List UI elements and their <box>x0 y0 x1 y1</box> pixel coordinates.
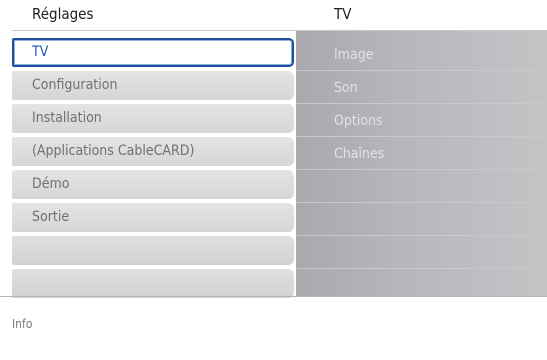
menu-item-cablecard-applications[interactable]: (Applications CableCARD) <box>12 137 294 166</box>
submenu-row-empty <box>296 170 547 203</box>
menu-header: Réglages TV <box>0 0 547 31</box>
submenu-row-empty <box>296 203 547 236</box>
menu-item-demo[interactable]: Démo <box>12 170 294 199</box>
menu-item-label: Démo <box>32 176 70 192</box>
menu-item-label: Installation <box>32 110 102 126</box>
menu-item-empty <box>12 236 294 265</box>
submenu-item-label: Chaînes <box>334 146 385 162</box>
settings-menu-title: Réglages <box>32 5 94 23</box>
submenu-title: TV <box>334 5 352 23</box>
submenu-item-image[interactable]: Image <box>296 38 547 71</box>
submenu-item-options[interactable]: Options <box>296 104 547 137</box>
submenu-row-empty <box>296 269 547 296</box>
settings-menu: TV Configuration Installation (Applicati… <box>12 38 296 298</box>
menu-item-configuration[interactable]: Configuration <box>12 71 294 100</box>
submenu-item-sound[interactable]: Son <box>296 71 547 104</box>
menu-item-label: Sortie <box>32 209 70 225</box>
menu-item-label: TV <box>32 44 49 60</box>
menu-item-label: (Applications CableCARD) <box>32 143 195 159</box>
menu-item-installation[interactable]: Installation <box>12 104 294 133</box>
menu-item-empty <box>12 269 294 298</box>
submenu-row-empty <box>296 236 547 269</box>
info-label: Info <box>12 317 33 331</box>
menu-item-tv[interactable]: TV <box>12 38 294 67</box>
submenu-panel: Image Son Options Chaînes <box>296 31 547 296</box>
submenu-item-label: Son <box>334 80 358 96</box>
submenu-item-label: Options <box>334 113 383 129</box>
menu-item-exit[interactable]: Sortie <box>12 203 294 232</box>
submenu-item-channels[interactable]: Chaînes <box>296 137 547 170</box>
info-divider <box>0 296 547 297</box>
submenu-item-label: Image <box>334 47 374 63</box>
menu-item-label: Configuration <box>32 77 118 93</box>
